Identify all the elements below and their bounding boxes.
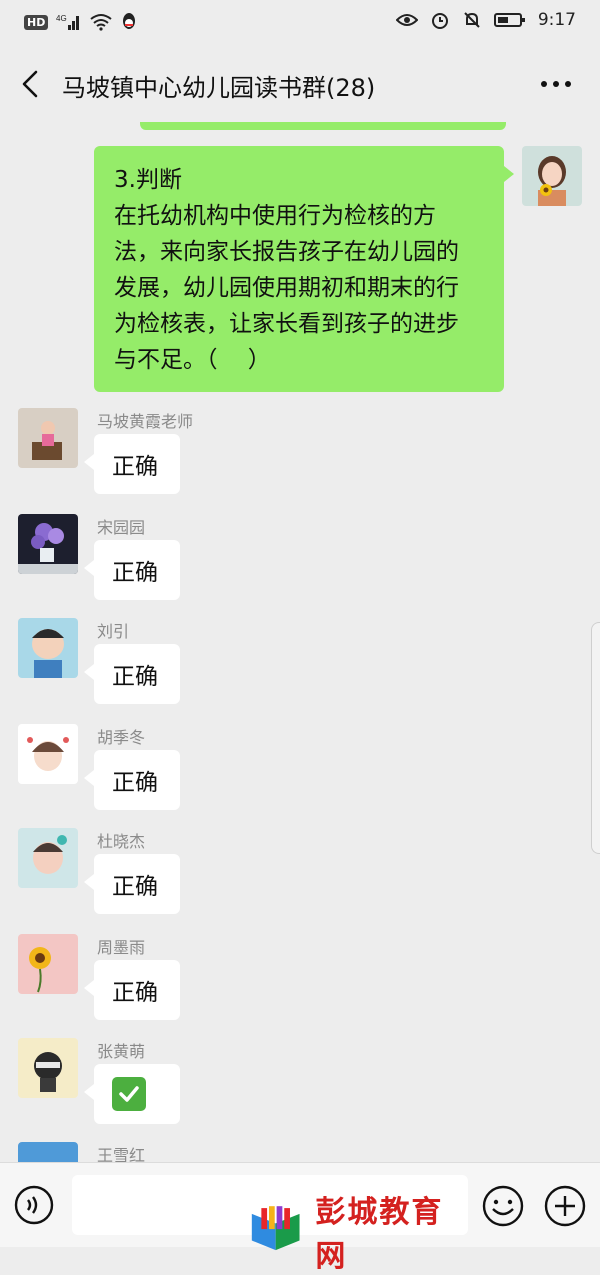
avatar[interactable] — [18, 1038, 78, 1098]
message-bubble[interactable]: 正确 — [84, 960, 180, 1020]
message-input[interactable]: 彭城教育网 — [72, 1175, 468, 1274]
voice-icon[interactable] — [14, 1185, 54, 1225]
watermark-text: 彭城教育网 — [315, 1195, 444, 1274]
svg-text:4G: 4G — [56, 14, 67, 23]
message-line: 为检核表，让家长看到孩子的进步 — [114, 311, 459, 337]
chat-header: 马坡镇中心幼儿园读书群(28) — [0, 46, 600, 122]
sender-name: 刘引 — [97, 622, 130, 641]
list-item: 刘引 正确 — [0, 618, 600, 723]
sender-name: 张黄萌 — [97, 1042, 146, 1061]
alarm-icon — [431, 13, 448, 29]
avatar[interactable] — [18, 618, 78, 678]
list-item: 宋园园 正确 — [0, 514, 600, 619]
message-line: 在托幼机构中使用行为检核的方 — [114, 203, 436, 229]
message-bubble[interactable]: 正确 — [84, 644, 180, 704]
message-line: 3.判断 — [114, 167, 182, 193]
signal-icon: 4G — [56, 14, 80, 30]
message-line: 法，来向家长报告孩子在幼儿园的 — [114, 239, 459, 265]
avatar[interactable] — [18, 934, 78, 994]
list-item: 张黄萌 — [0, 1038, 600, 1143]
avatar[interactable] — [18, 514, 78, 574]
list-item: 杜晓杰 正确 — [0, 828, 600, 933]
scrollbar[interactable] — [591, 622, 600, 854]
message-line: 与不足。（ ） — [114, 347, 271, 373]
message-bubble[interactable] — [84, 1064, 180, 1124]
battery-icon — [493, 13, 525, 27]
message-bubble[interactable]: 正确 — [84, 540, 180, 600]
check-mark-button-icon — [112, 1077, 146, 1111]
plus-icon[interactable] — [544, 1185, 586, 1227]
wifi-icon — [90, 14, 112, 31]
list-item: 胡季冬 正确 — [0, 724, 600, 829]
mute-bell-icon — [464, 12, 480, 28]
sender-name: 胡季冬 — [97, 728, 146, 747]
avatar[interactable] — [18, 408, 78, 468]
sender-name: 王雪红 — [97, 1146, 146, 1162]
list-item: 王雪红 — [0, 1142, 600, 1162]
previous-message-bubble — [140, 122, 506, 130]
avatar[interactable] — [18, 724, 78, 784]
emoji-icon[interactable] — [482, 1185, 524, 1227]
sender-name: 马坡黄霞老师 — [97, 412, 194, 431]
chevron-left-icon[interactable] — [16, 66, 46, 102]
status-bar: HD 4G 9:17 — [0, 0, 600, 46]
book-logo-icon — [251, 1206, 300, 1251]
list-item: 马坡黄霞老师 正确 — [0, 408, 600, 513]
sender-name: 杜晓杰 — [97, 832, 146, 851]
avatar[interactable] — [18, 1142, 78, 1162]
message-line: 发展，幼儿园使用期初和期末的行 — [114, 275, 459, 301]
hd-icon: HD — [24, 14, 49, 30]
chat-title: 马坡镇中心幼儿园读书群(28) — [62, 74, 376, 102]
avatar[interactable] — [18, 828, 78, 888]
input-bar: 彭城教育网 — [0, 1162, 600, 1274]
message-bubble[interactable]: 正确 — [84, 750, 180, 810]
chat-area[interactable]: 3.判断 在托幼机构中使用行为检核的方 法，来向家长报告孩子在幼儿园的 发展，幼… — [0, 122, 600, 1162]
watermark: 彭城教育网 — [248, 1187, 468, 1275]
qq-icon — [123, 13, 136, 29]
more-dots-icon[interactable] — [538, 70, 574, 98]
message-bubble[interactable]: 正确 — [84, 434, 180, 494]
status-time: 9:17 — [537, 10, 576, 30]
eye-icon — [395, 14, 418, 26]
sender-name: 周墨雨 — [97, 938, 146, 957]
message-bubble[interactable]: 正确 — [84, 854, 180, 914]
list-item: 周墨雨 正确 — [0, 934, 600, 1039]
self-message-bubble[interactable]: 3.判断 在托幼机构中使用行为检核的方 法，来向家长报告孩子在幼儿园的 发展，幼… — [94, 146, 514, 392]
avatar[interactable] — [522, 146, 582, 206]
sender-name: 宋园园 — [97, 518, 146, 537]
